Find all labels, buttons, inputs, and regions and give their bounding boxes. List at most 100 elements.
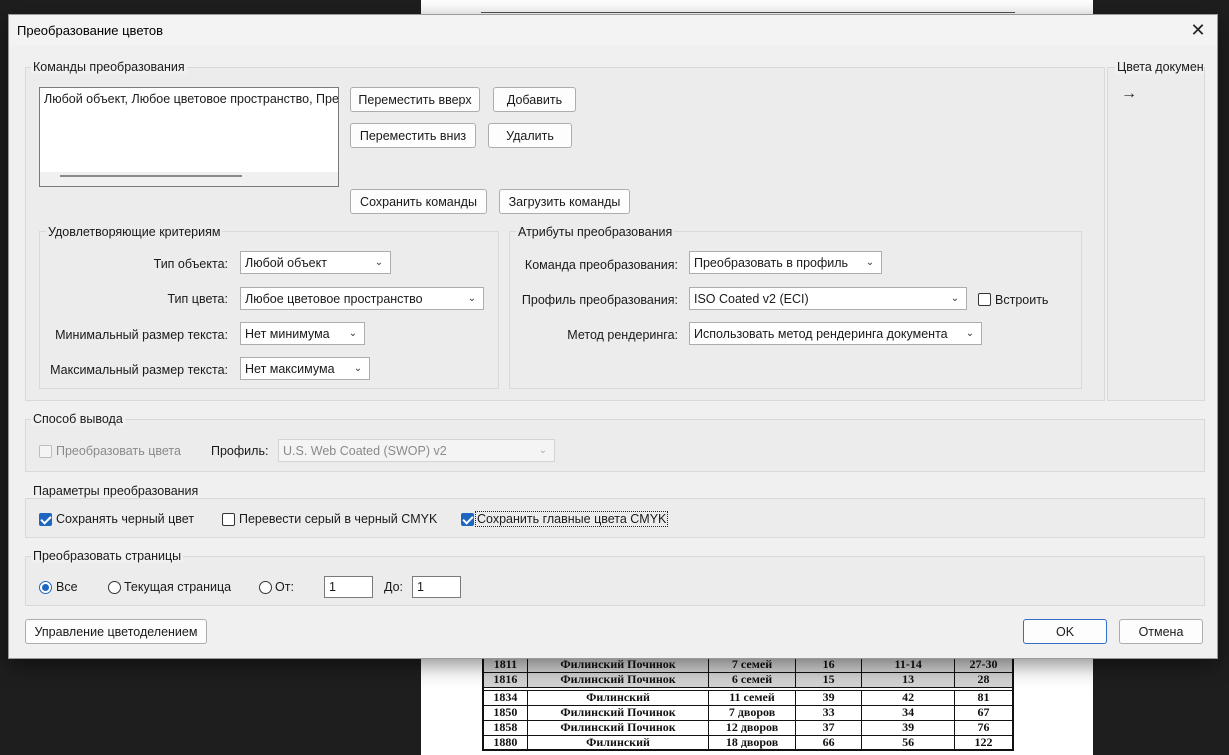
min-text-size-value: Нет минимума [245, 326, 330, 341]
dialog-title: Преобразование цветов [17, 23, 164, 38]
table-cell: 1858 [482, 719, 528, 736]
table-row: 1880 Филинский 18 дворов 66 56 122 [482, 734, 1014, 751]
table-cell: 67 [954, 704, 1014, 721]
object-type-value: Любой объект [245, 255, 327, 270]
max-text-size-value: Нет максимума [245, 361, 335, 376]
table-cell: 11 семей [708, 689, 796, 706]
chevron-down-icon: ⌄ [950, 293, 960, 304]
table-row: 1858 Филинский Починок 12 дворов 37 39 76 [482, 719, 1014, 736]
table-cell: 15 [794, 671, 863, 688]
table-cell: 76 [954, 719, 1014, 736]
table-cell: 1880 [482, 734, 528, 751]
table-cell: 27-30 [954, 656, 1014, 673]
object-type-label: Тип объекта: [153, 257, 228, 271]
table-cell: Филинский Починок [526, 719, 710, 736]
conversion-profile-select[interactable]: ISO Coated v2 (ECI) ⌄ [689, 287, 967, 310]
chevron-down-icon: ⌄ [538, 445, 548, 456]
embed-label: Встроить [995, 293, 1049, 307]
table-cell: 33 [794, 704, 863, 721]
table-cell: 66 [794, 734, 863, 751]
output-profile-select[interactable]: U.S. Web Coated (SWOP) v2 ⌄ [278, 439, 555, 462]
all-pages-radio[interactable] [39, 581, 52, 594]
output-profile-value: U.S. Web Coated (SWOP) v2 [283, 443, 447, 458]
arrow-right-icon[interactable]: → [1121, 85, 1137, 103]
embed-checkbox[interactable] [978, 293, 991, 306]
ok-button[interactable]: OK [1023, 619, 1107, 644]
page-range-radio[interactable] [259, 581, 272, 594]
chevron-down-icon: ⌄ [374, 257, 384, 268]
table-cell: 28 [954, 671, 1014, 688]
document-rule [481, 12, 1015, 13]
chevron-down-icon: ⌄ [865, 257, 875, 268]
remove-label: Удалить [506, 128, 554, 143]
remove-button[interactable]: Удалить [488, 123, 572, 148]
table-cell: 7 дворов [708, 704, 796, 721]
table-cell: 81 [954, 689, 1014, 706]
color-type-select[interactable]: Любое цветовое пространство ⌄ [240, 287, 484, 310]
separation-management-button[interactable]: Управление цветоделением [25, 619, 207, 644]
commands-list[interactable]: Любой объект, Любое цветовое пространств… [39, 87, 339, 187]
move-up-button[interactable]: Переместить вверх [350, 87, 480, 112]
conversion-command-value: Преобразовать в профиль [694, 255, 849, 270]
keep-black-checkbox[interactable] [39, 513, 52, 526]
from-page-input[interactable]: 1 [324, 576, 373, 598]
horizontal-scrollbar[interactable] [60, 175, 242, 177]
max-text-size-select[interactable]: Нет максимума ⌄ [240, 357, 370, 380]
gray-to-black-checkbox[interactable] [222, 513, 235, 526]
all-pages-label: Все [56, 580, 78, 594]
add-label: Добавить [506, 92, 563, 107]
table-cell: 37 [794, 719, 863, 736]
current-page-radio[interactable] [108, 581, 121, 594]
table-cell: 1834 [482, 689, 528, 706]
table-cell: 16 [794, 656, 863, 673]
chevron-down-icon: ⌄ [353, 363, 363, 374]
convert-colors-checkbox[interactable] [39, 445, 52, 458]
table-cell: 13 [861, 671, 956, 688]
max-text-size-label: Максимальный размер текста: [50, 363, 228, 377]
gray-to-black-label: Перевести серый в черный CMYK [239, 512, 438, 526]
close-icon[interactable]: ✕ [1187, 20, 1209, 40]
table-cell: Филинский [526, 734, 710, 751]
from-page-value: 1 [329, 580, 336, 594]
add-button[interactable]: Добавить [493, 87, 576, 112]
table-row: 1816 Филинский Починок 6 семей 15 13 28 [482, 671, 1014, 688]
document-colors-legend: Цвета документ [1115, 60, 1204, 74]
chevron-down-icon: ⌄ [965, 328, 975, 339]
params-legend: Параметры преобразования [31, 484, 201, 498]
cancel-button[interactable]: Отмена [1119, 619, 1203, 644]
save-commands-button[interactable]: Сохранить команды [350, 189, 487, 214]
min-text-size-select[interactable]: Нет минимума ⌄ [240, 322, 365, 345]
table-cell: 42 [861, 689, 956, 706]
load-commands-button[interactable]: Загрузить команды [499, 189, 630, 214]
move-down-button[interactable]: Переместить вниз [350, 123, 476, 148]
table-cell: 56 [861, 734, 956, 751]
render-method-select[interactable]: Использовать метод рендеринга документа ⌄ [689, 322, 982, 345]
min-text-size-label: Минимальный размер текста: [55, 328, 228, 342]
conversion-profile-value: ISO Coated v2 (ECI) [694, 291, 809, 306]
table-cell: 18 дворов [708, 734, 796, 751]
table-cell: Филинский [526, 689, 710, 706]
output-profile-label: Профиль: [211, 444, 269, 458]
convert-colors-label: Преобразовать цвета [56, 444, 181, 458]
chevron-down-icon: ⌄ [348, 328, 358, 339]
commands-legend: Команды преобразования [31, 60, 187, 74]
conversion-profile-label: Профиль преобразования: [521, 293, 678, 307]
table-cell: Филинский Починок [526, 671, 710, 688]
conversion-command-select[interactable]: Преобразовать в профиль ⌄ [689, 251, 882, 274]
table-cell: 39 [794, 689, 863, 706]
title-bar: Преобразование цветов ✕ [9, 15, 1217, 45]
color-type-label: Тип цвета: [167, 292, 228, 306]
keep-primaries-checkbox[interactable] [461, 513, 474, 526]
move-down-label: Переместить вниз [359, 128, 467, 143]
keep-primaries-label: Сохранить главные цвета CMYK [474, 511, 669, 527]
from-label: От: [275, 580, 294, 594]
table-row: 1811 Филинский Починок 7 семей 16 11-14 27-30 [482, 656, 1014, 673]
to-page-input[interactable]: 1 [412, 576, 461, 598]
output-legend: Способ вывода [31, 412, 125, 426]
document-table: 1811 Филинский Починок 7 семей 16 11-14 27-30… [482, 656, 1014, 751]
load-commands-label: Загрузить команды [508, 194, 621, 209]
list-item[interactable]: Любой объект, Любое цветовое пространств… [44, 92, 338, 106]
object-type-select[interactable]: Любой объект ⌄ [240, 251, 391, 274]
table-cell: 34 [861, 704, 956, 721]
criteria-legend: Удовлетворяющие критериям [46, 225, 223, 239]
